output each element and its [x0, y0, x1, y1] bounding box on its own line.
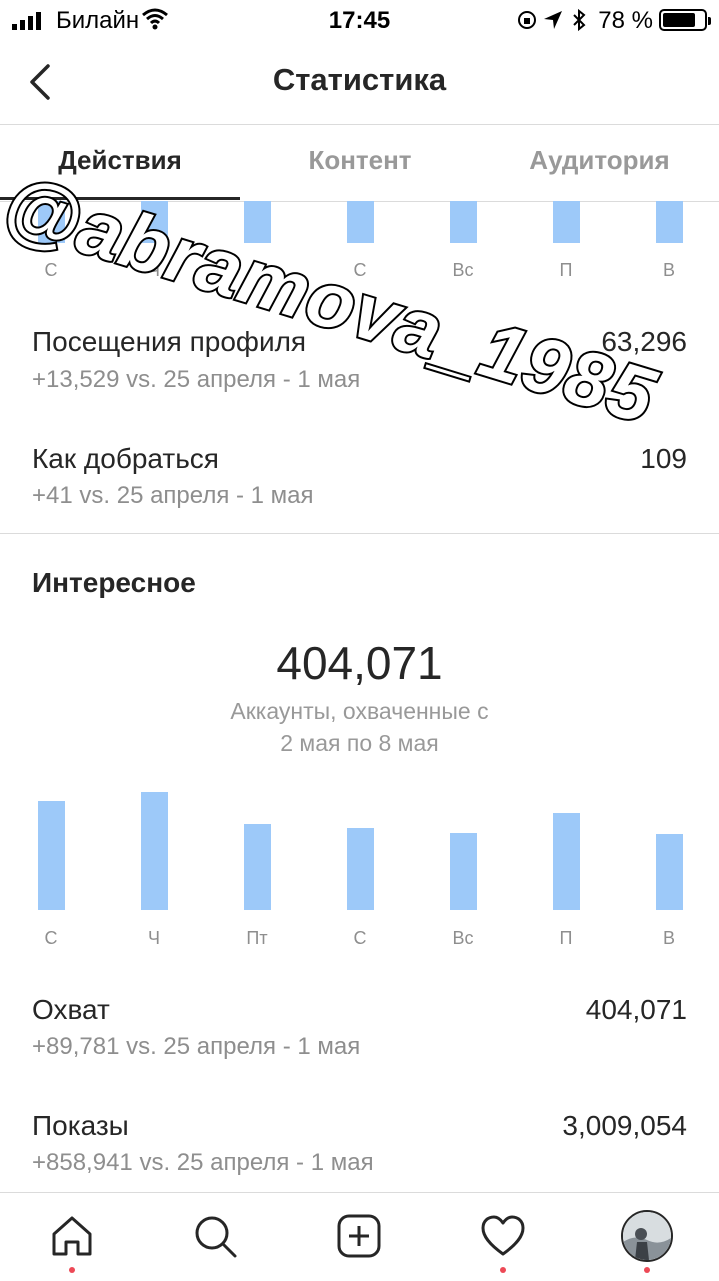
- location-arrow-icon: [544, 11, 562, 29]
- battery-percentage: 78 %: [598, 7, 653, 34]
- reach-chart-bar: [141, 792, 168, 910]
- get-directions-change: +41 vs. 25 апреля - 1 мая: [32, 482, 314, 509]
- chart-bar: [347, 201, 374, 243]
- chart-day-label: П: [559, 260, 573, 280]
- impressions-label: Показы: [32, 1110, 129, 1141]
- reach-chart-bar: [656, 834, 683, 910]
- reach-chart-bar: [450, 833, 477, 910]
- impressions-change: +858,941 vs. 25 апреля - 1 мая: [32, 1149, 374, 1176]
- reach-value: 404,071: [585, 994, 687, 1025]
- reach-chart-day-label: С: [44, 928, 58, 948]
- reach-chart-day-label: В: [662, 928, 675, 948]
- notification-dot: [500, 1267, 506, 1273]
- chart-bar: [553, 201, 580, 243]
- reach-chart-day-label: П: [559, 928, 573, 948]
- tab-content[interactable]: Контент: [240, 145, 480, 176]
- reach-chart-day-label: Ч: [148, 928, 160, 948]
- reach-bar-chart: С Ч Пт С Вс П В: [0, 790, 719, 955]
- reach-caption-line1: Аккаунты, охваченные с: [230, 698, 489, 724]
- tab-audience[interactable]: Аудитория: [480, 145, 719, 176]
- battery-icon: [659, 9, 711, 31]
- add-post-icon[interactable]: [335, 1212, 383, 1260]
- navigation-header: Статистика: [0, 40, 719, 125]
- reach-chart-day-label: Вс: [452, 928, 474, 948]
- notification-dot: [644, 1267, 650, 1273]
- discovery-section-title: Интересное: [32, 567, 196, 598]
- reach-change: +89,781 vs. 25 апреля - 1 мая: [32, 1033, 361, 1060]
- notification-dot: [69, 1267, 75, 1273]
- chart-bar: [656, 201, 683, 243]
- get-directions-value: 109: [640, 443, 687, 474]
- reach-total: 404,071: [276, 637, 443, 689]
- reach-chart-day-label: Пт: [246, 928, 268, 948]
- orientation-lock-icon: [518, 11, 536, 29]
- page-title: Статистика: [272, 62, 447, 97]
- reach-caption-line2: 2 мая по 8 мая: [280, 730, 439, 756]
- chart-day-label: В: [662, 260, 675, 280]
- reach-chart-bar: [553, 813, 580, 910]
- search-icon[interactable]: [191, 1212, 239, 1260]
- profile-avatar[interactable]: [621, 1210, 673, 1262]
- activity-heart-icon[interactable]: [479, 1212, 527, 1260]
- reach-chart-bar: [38, 801, 65, 910]
- section-divider: [0, 533, 719, 534]
- status-bar: Билайн 17:45 78 %: [0, 0, 719, 40]
- bluetooth-icon: [573, 8, 586, 32]
- chart-bar: [450, 201, 477, 243]
- reach-chart-bar: [244, 824, 271, 910]
- avatar-photo: [623, 1212, 671, 1260]
- chart-day-label: Вс: [452, 260, 474, 280]
- reach-chart-bar: [347, 828, 374, 910]
- reach-label: Охват: [32, 994, 110, 1025]
- home-icon[interactable]: [48, 1212, 96, 1260]
- profile-visits-change: +13,529 vs. 25 апреля - 1 мая: [32, 366, 361, 393]
- get-directions-label: Как добраться: [32, 443, 219, 474]
- profile-visits-label: Посещения профиля: [32, 326, 307, 357]
- reach-chart-day-label: С: [353, 928, 367, 948]
- impressions-value: 3,009,054: [562, 1110, 687, 1141]
